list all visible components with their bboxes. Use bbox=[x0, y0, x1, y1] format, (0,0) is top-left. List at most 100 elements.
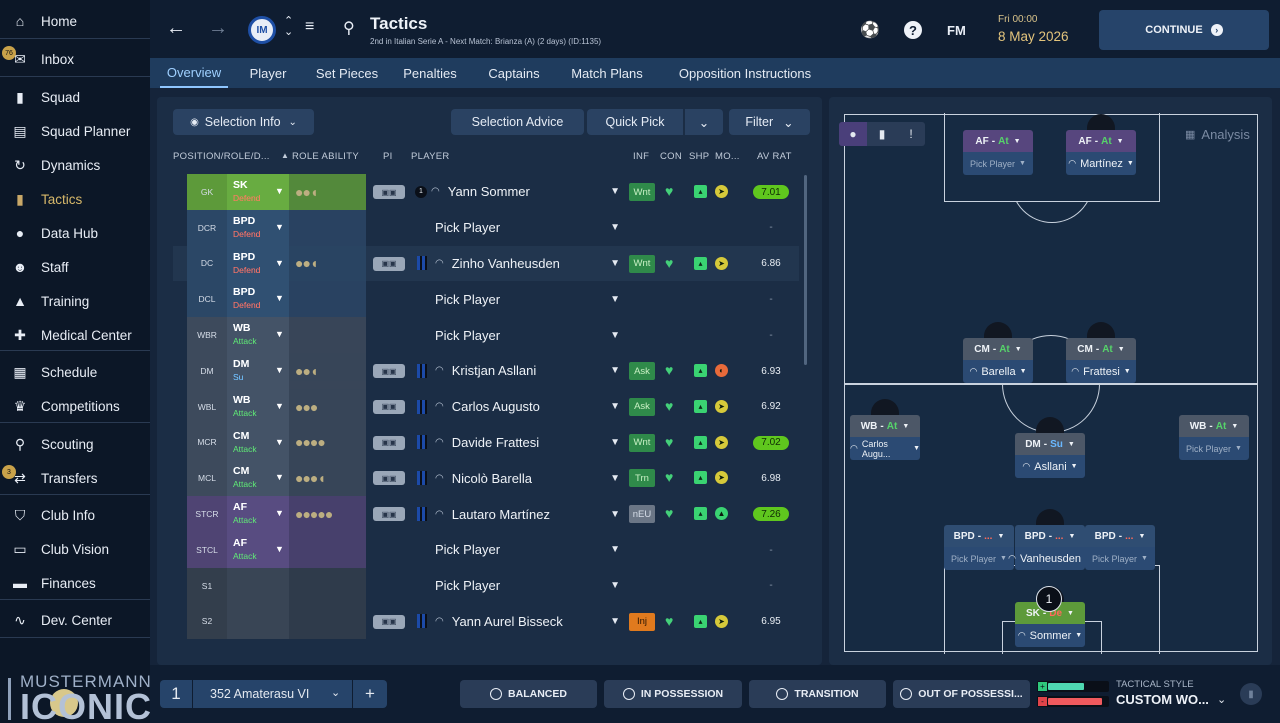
sidebar-item-tactics[interactable]: ▮ Tactics bbox=[0, 182, 150, 216]
tab-set-pieces[interactable]: Set Pieces bbox=[308, 58, 386, 88]
help-icon[interactable]: ? bbox=[904, 21, 922, 39]
table-row[interactable]: STCL AF Attack ▼ Pick Player ▼ - bbox=[173, 532, 799, 568]
analysis-icon[interactable]: ▮ bbox=[1240, 683, 1262, 705]
player-cell[interactable]: Pick Player ▼ bbox=[411, 568, 626, 604]
bar-chart-icon[interactable]: ▮ bbox=[868, 122, 896, 146]
formation-player[interactable]: ◠ Carlos Augu... ▼ bbox=[850, 437, 920, 460]
player-cell[interactable]: Pick Player ▼ bbox=[411, 532, 626, 568]
player-cell[interactable]: Pick Player ▼ bbox=[411, 281, 626, 317]
in-possession-button[interactable]: IN POSSESSION bbox=[604, 680, 742, 708]
role-cell[interactable]: BPD Defend ▼ bbox=[227, 209, 289, 246]
tab-overview[interactable]: Overview bbox=[160, 58, 228, 88]
sidebar-item-squad[interactable]: ▮ Squad bbox=[0, 80, 150, 114]
player-cell[interactable]: ◠ Lautaro Martínez ▼ bbox=[411, 496, 626, 532]
player-instructions-icon[interactable]: ▣▣ bbox=[373, 399, 405, 414]
formation-card[interactable]: BPD-... ▼ ◠Vanheusden▼ bbox=[1008, 509, 1092, 572]
formation-player[interactable]: ◠ Sommer ▼ bbox=[1015, 624, 1085, 647]
col-av-rat[interactable]: AV RAT bbox=[757, 151, 792, 162]
formation-player[interactable]: Pick Player ▼ bbox=[1085, 547, 1155, 570]
col-pi[interactable]: PI bbox=[383, 151, 393, 162]
formation-card[interactable]: AF - At ▼ Pick Player ▼ bbox=[963, 130, 1033, 177]
menu-icon[interactable]: ≡ bbox=[305, 18, 314, 36]
sidebar-item-transfers[interactable]: ⇄ Transfers 3 bbox=[0, 461, 150, 495]
analysis-button[interactable]: ▦ Analysis bbox=[1185, 122, 1265, 146]
current-date[interactable]: Fri 00:00 8 May 2026 bbox=[998, 14, 1069, 44]
role-cell[interactable] bbox=[227, 567, 289, 604]
sidebar-item-data-hub[interactable]: ● Data Hub bbox=[0, 216, 150, 250]
col-shp[interactable]: SHP bbox=[689, 151, 709, 162]
player-instructions-icon[interactable]: ▣▣ bbox=[373, 435, 405, 450]
role-cell[interactable]: AF Attack ▼ bbox=[227, 532, 289, 568]
club-switch-icon[interactable]: ⌃ ⌄ bbox=[284, 16, 293, 38]
table-row[interactable]: S2 ▣▣ ◠ Yann Aurel Bisseck ▼ Inj ♥ ▴ ➤ 6.95 bbox=[173, 603, 799, 640]
role-cell[interactable] bbox=[227, 603, 289, 640]
filter-button[interactable]: Filter ⌄ bbox=[729, 109, 810, 135]
tactical-style-selector[interactable]: CUSTOM WO... ⌄ bbox=[1116, 692, 1226, 707]
role-cell[interactable]: CM Attack ▼ bbox=[227, 424, 289, 461]
tab-match-plans[interactable]: Match Plans bbox=[565, 58, 649, 88]
tactic-selector[interactable]: 1 352 Amaterasu VI ⌄ + bbox=[160, 680, 387, 708]
table-row[interactable]: WBR WB Attack ▼ Pick Player ▼ - bbox=[173, 317, 799, 353]
formation-role[interactable]: AF - At ▼ bbox=[963, 130, 1033, 152]
formation-role[interactable]: WB - At ▼ bbox=[1179, 415, 1249, 437]
ball-icon[interactable]: ⚽ bbox=[860, 20, 880, 40]
player-cell[interactable]: ◠ Carlos Augusto ▼ bbox=[411, 389, 626, 425]
tab-opposition-instructions[interactable]: Opposition Instructions bbox=[670, 58, 820, 88]
formation-card[interactable]: BPD -... ▼ Pick Player ▼ bbox=[1085, 525, 1155, 572]
col-mo[interactable]: MO... bbox=[715, 151, 740, 162]
table-row[interactable]: STCR AF Attack ▼ ●●●●● ▣▣ ◠ Lautaro Martínez ▼ nE… bbox=[173, 496, 799, 532]
role-cell[interactable]: AF Attack ▼ bbox=[227, 496, 289, 532]
player-view-icon[interactable]: ● bbox=[839, 122, 867, 146]
table-row[interactable]: S1 Pick Player ▼ - bbox=[173, 567, 799, 604]
quick-pick-button[interactable]: Quick Pick bbox=[587, 109, 683, 135]
table-row[interactable]: DCL BPD Defend ▼ Pick Player ▼ - bbox=[173, 281, 799, 318]
fm-menu-button[interactable]: FM bbox=[947, 23, 966, 38]
sidebar-item-club-info[interactable]: ⛉ Club Info bbox=[0, 498, 150, 532]
formation-role[interactable]: CM - At ▼ bbox=[963, 338, 1033, 360]
player-instructions-icon[interactable]: ▣▣ bbox=[373, 364, 405, 378]
formation-role[interactable]: DM - Su ▼ bbox=[1015, 433, 1085, 455]
player-instructions-icon[interactable]: ▣▣ bbox=[373, 256, 405, 271]
out-of-possession-button[interactable]: OUT OF POSSESSI... bbox=[893, 680, 1030, 708]
table-row[interactable]: MCL CM Attack ▼ ●●●◖ ▣▣ ◠ Nicolò Barella ▼ Trn ♥ ▴ ➤… bbox=[173, 460, 799, 497]
table-row[interactable]: DM DM Su ▼ ●●◖ ▣▣ ◠ Kristjan Asllani ▼ Ask ♥ ▴ ◐ 6.93 bbox=[173, 353, 799, 389]
table-row[interactable]: DCR BPD Defend ▼ Pick Player ▼ - bbox=[173, 209, 799, 246]
back-arrow-icon[interactable]: ← bbox=[166, 17, 186, 40]
role-cell[interactable]: BPD Defend ▼ bbox=[227, 245, 289, 282]
col-role-ability[interactable]: ROLE ABILITY bbox=[292, 151, 359, 162]
continue-button[interactable]: CONTINUE › bbox=[1099, 10, 1269, 50]
add-tactic-button[interactable]: + bbox=[352, 680, 387, 708]
formation-card[interactable]: BPD -... ▼ Pick Player ▼ bbox=[944, 525, 1014, 572]
formation-role[interactable]: AF - At ▼ bbox=[1066, 130, 1136, 152]
player-instructions-icon[interactable]: ▣▣ bbox=[373, 507, 405, 522]
col-player[interactable]: PLAYER bbox=[411, 151, 450, 162]
formation-role[interactable]: BPD -... ▼ bbox=[944, 525, 1014, 547]
balanced-button[interactable]: BALANCED bbox=[460, 680, 597, 708]
forward-arrow-icon[interactable]: → bbox=[208, 17, 228, 40]
sidebar-item-inbox[interactable]: ✉ Inbox 76 bbox=[0, 42, 150, 76]
sidebar-item-training[interactable]: ▲ Training bbox=[0, 284, 150, 318]
tab-player[interactable]: Player bbox=[244, 58, 292, 88]
role-cell[interactable]: WB Attack ▼ bbox=[227, 317, 289, 353]
sidebar-item-squad-planner[interactable]: ▤ Squad Planner bbox=[0, 114, 150, 148]
sidebar-item-competitions[interactable]: ♛ Competitions bbox=[0, 389, 150, 423]
player-cell[interactable]: Pick Player ▼ bbox=[411, 210, 626, 246]
role-cell[interactable]: BPD Defend ▼ bbox=[227, 281, 289, 318]
formation-card[interactable]: WB - At ▼ ◠ Carlos Augu... ▼ bbox=[850, 399, 920, 462]
search-icon[interactable]: ⚲ bbox=[343, 18, 355, 38]
sidebar-item-staff[interactable]: ☻ Staff bbox=[0, 250, 150, 284]
player-cell[interactable]: ◠ Yann Aurel Bisseck ▼ bbox=[411, 604, 626, 640]
sidebar-item-dev-center[interactable]: ∿ Dev. Center bbox=[0, 603, 150, 637]
sidebar-item-home[interactable]: ⌂ Home bbox=[0, 4, 150, 38]
formation-player[interactable]: Pick Player ▼ bbox=[963, 152, 1033, 175]
formation-role[interactable]: CM - At ▼ bbox=[1066, 338, 1136, 360]
table-row[interactable]: GK SK Defend ▼ ●●◖ ▣▣ 1 ◠ Yann Sommer ▼ Wnt ♥ ▴ ➤ 7.01 bbox=[173, 174, 799, 210]
col-position[interactable]: POSITION/ROLE/D... bbox=[173, 151, 270, 162]
selection-advice-button[interactable]: Selection Advice bbox=[451, 109, 584, 135]
role-cell[interactable]: SK Defend ▼ bbox=[227, 174, 289, 210]
player-cell[interactable]: Pick Player ▼ bbox=[411, 317, 626, 353]
scrollbar[interactable] bbox=[804, 175, 807, 365]
table-row[interactable]: MCR CM Attack ▼ ●●●● ▣▣ ◠ Davide Frattesi ▼ Wnt ♥ ▴… bbox=[173, 424, 799, 461]
player-instructions-icon[interactable]: ▣▣ bbox=[373, 614, 405, 629]
role-cell[interactable]: DM Su ▼ bbox=[227, 353, 289, 389]
